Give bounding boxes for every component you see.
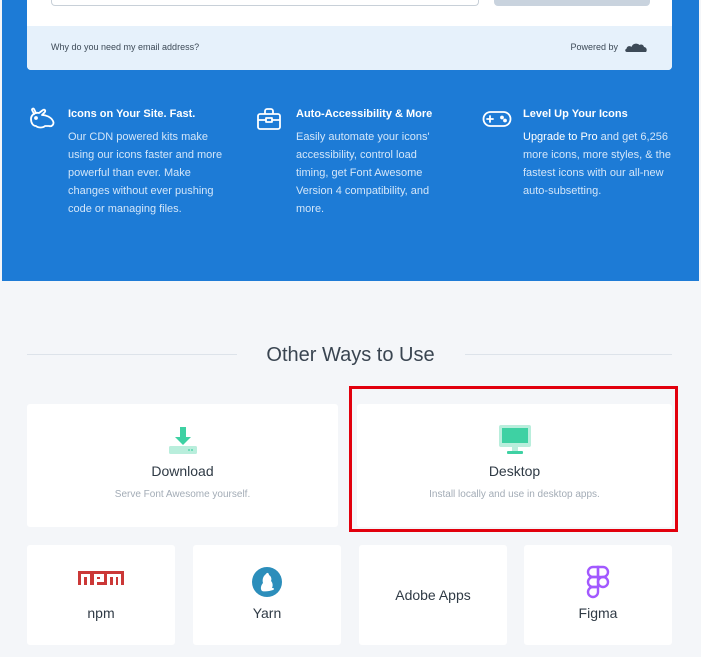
powered-by: Powered by — [570, 41, 648, 53]
card-title: Download — [151, 463, 214, 479]
feature-title: Level Up Your Icons — [523, 108, 628, 120]
card-subtitle: Serve Font Awesome yourself. — [114, 489, 251, 500]
card-title: Adobe Apps — [395, 587, 471, 603]
feature-title: Auto-Accessibility & More — [296, 108, 433, 120]
feature-text: Upgrade to Pro and get 6,256 more icons,… — [523, 128, 678, 200]
card-title: Yarn — [252, 605, 282, 621]
yarn-card[interactable]: Yarn — [193, 545, 341, 645]
send-kit-button[interactable] — [494, 0, 650, 6]
card-title: npm — [87, 605, 115, 621]
cloudflare-logo-icon — [625, 43, 647, 52]
npm-card[interactable]: npm — [27, 545, 175, 645]
yarn-logo-icon — [252, 567, 282, 597]
download-icon — [168, 427, 197, 454]
why-email-link[interactable]: Why do you need my email address? — [51, 42, 199, 52]
figma-card[interactable]: Figma — [524, 545, 672, 645]
section-title: Other Ways to Use — [266, 344, 435, 366]
card-title: Figma — [578, 605, 618, 621]
gamepad-icon — [482, 111, 512, 127]
adobe-apps-card[interactable]: Adobe Apps — [359, 545, 507, 645]
email-card-footer: Why do you need my email address? Powere… — [27, 26, 672, 70]
feature-text: Our CDN powered kits make using our icon… — [68, 131, 223, 215]
feature-title: Icons on Your Site. Fast. — [68, 108, 196, 120]
rabbit-icon — [30, 107, 55, 129]
npm-logo-icon — [78, 571, 124, 588]
toolbox-icon — [257, 108, 281, 130]
highlight-box — [349, 386, 678, 532]
upgrade-to-pro-link[interactable]: Upgrade to Pro — [523, 131, 598, 143]
feature-text: Easily automate your icons' accessibilit… — [296, 131, 430, 215]
download-card[interactable]: Download Serve Font Awesome yourself. — [27, 404, 338, 527]
powered-by-label: Powered by — [570, 42, 618, 52]
email-input[interactable] — [51, 0, 479, 6]
figma-logo-icon — [586, 565, 610, 599]
email-signup-card: Why do you need my email address? Powere… — [27, 0, 672, 70]
